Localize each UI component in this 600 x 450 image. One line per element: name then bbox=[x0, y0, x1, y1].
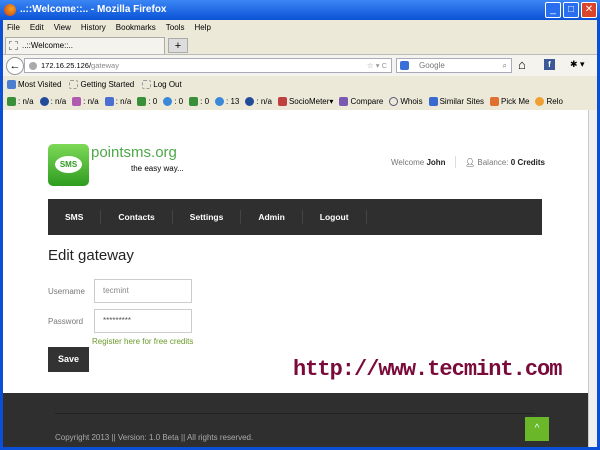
page-title: Edit gateway bbox=[48, 247, 134, 264]
addon-item[interactable]: : n/a bbox=[72, 94, 99, 110]
welcome-text: Welcome John bbox=[391, 158, 446, 167]
minimize-button[interactable]: _ bbox=[545, 2, 561, 18]
menu-bar: File Edit View History Bookmarks Tools H… bbox=[3, 20, 597, 36]
addon-item[interactable]: : n/a bbox=[104, 94, 131, 110]
back-button[interactable]: ← bbox=[6, 57, 24, 75]
addon-item[interactable]: : n/a bbox=[245, 94, 272, 110]
menu-history[interactable]: History bbox=[81, 20, 106, 36]
bookmark-log-out[interactable]: Log Out bbox=[142, 78, 182, 92]
addon-item[interactable]: : 13 bbox=[215, 94, 239, 110]
firefox-icon bbox=[4, 4, 16, 16]
password-input[interactable]: ********* bbox=[94, 309, 192, 333]
footer: Copyright 2013 || Version: 1.0 Beta || A… bbox=[3, 393, 588, 447]
addon-item[interactable]: : n/a bbox=[39, 94, 66, 110]
username: John bbox=[426, 158, 446, 167]
menu-file[interactable]: File bbox=[7, 20, 20, 36]
globe-icon bbox=[29, 62, 37, 70]
menu-help[interactable]: Help bbox=[194, 20, 210, 36]
url-host: 172.16.25.126/ bbox=[41, 61, 92, 70]
browser-tab[interactable]: ..::Welcome::.. bbox=[5, 37, 165, 54]
addon-sociometer[interactable]: SocioMeter▾ bbox=[277, 94, 333, 110]
menu-view[interactable]: View bbox=[54, 20, 71, 36]
bookmark-getting-started[interactable]: Getting Started bbox=[69, 78, 134, 92]
addon-item[interactable]: : 0 bbox=[137, 94, 157, 110]
addon-item[interactable]: : 0 bbox=[163, 94, 183, 110]
menu-tools[interactable]: Tools bbox=[166, 20, 185, 36]
footer-divider bbox=[55, 413, 535, 414]
nav-contacts[interactable]: Contacts bbox=[101, 210, 173, 224]
main-nav: SMS Contacts Settings Admin Logout bbox=[48, 199, 542, 235]
url-path: gateway bbox=[91, 61, 119, 70]
password-label: Password bbox=[48, 317, 84, 326]
tagline: the easy way... bbox=[131, 164, 184, 173]
url-bar[interactable]: 172.16.25.126/gateway ☆ ▾ C bbox=[24, 58, 392, 73]
save-button[interactable]: Save bbox=[48, 347, 89, 372]
copyright: Copyright 2013 || Version: 1.0 Beta || A… bbox=[55, 433, 254, 442]
tab-title: ..::Welcome::.. bbox=[22, 41, 73, 50]
nav-settings[interactable]: Settings bbox=[173, 210, 242, 224]
addon-item[interactable]: : 0 bbox=[189, 94, 209, 110]
bookmarks-toolbar: Most Visited Getting Started Log Out bbox=[3, 78, 597, 92]
scrollbar[interactable] bbox=[588, 110, 597, 447]
addon-toolbar: : n/a : n/a : n/a : n/a : 0 : 0 : 0 : 13… bbox=[3, 94, 597, 110]
register-link[interactable]: Register here for free credits bbox=[92, 337, 193, 346]
addon-whois[interactable]: Whois bbox=[389, 94, 423, 110]
search-placeholder: Google bbox=[419, 61, 445, 70]
divider bbox=[455, 156, 456, 168]
search-icon[interactable]: ⌕ bbox=[503, 59, 507, 72]
nav-admin[interactable]: Admin bbox=[241, 210, 303, 224]
search-input[interactable]: Google ⌕ bbox=[396, 58, 512, 73]
username-label: Username bbox=[48, 287, 85, 296]
user-icon: 👤︎ bbox=[465, 158, 476, 167]
page-content: SMS pointsms.org the easy way... Welcome… bbox=[3, 110, 588, 447]
logo[interactable]: SMS bbox=[48, 144, 89, 186]
nav-logout[interactable]: Logout bbox=[303, 210, 367, 224]
back-to-top-button[interactable]: ^ bbox=[525, 417, 549, 441]
facebook-icon[interactable]: f bbox=[544, 59, 555, 70]
addon-compare[interactable]: Compare bbox=[339, 94, 383, 110]
home-icon[interactable]: ⌂ bbox=[518, 57, 526, 72]
balance: 👤︎ Balance: 0 Credits bbox=[465, 158, 545, 167]
username-input[interactable]: tecmint bbox=[94, 279, 192, 303]
new-tab-button[interactable]: + bbox=[168, 38, 188, 53]
maximize-button[interactable]: □ bbox=[563, 2, 579, 18]
nav-sms[interactable]: SMS bbox=[48, 210, 102, 224]
addon-reload[interactable]: Relo bbox=[535, 94, 563, 110]
extension-icon[interactable]: ✱ ▾ bbox=[570, 59, 585, 70]
google-icon bbox=[400, 61, 409, 70]
page-icon bbox=[9, 41, 18, 50]
brand-name[interactable]: pointsms.org bbox=[91, 144, 177, 161]
close-button[interactable]: ✕ bbox=[581, 2, 597, 18]
sms-logo-icon: SMS bbox=[55, 156, 82, 173]
addon-pick-me[interactable]: Pick Me bbox=[490, 94, 529, 110]
addon-item[interactable]: : n/a bbox=[7, 94, 34, 110]
menu-edit[interactable]: Edit bbox=[30, 20, 44, 36]
addon-similar-sites[interactable]: Similar Sites bbox=[428, 94, 484, 110]
menu-bookmarks[interactable]: Bookmarks bbox=[116, 20, 156, 36]
window-titlebar: ..::Welcome::.. - Mozilla Firefox bbox=[0, 0, 600, 20]
bookmark-most-visited[interactable]: Most Visited bbox=[7, 78, 61, 92]
bookmark-star-reload-icons[interactable]: ☆ ▾ C bbox=[367, 59, 387, 72]
watermark: http://www.tecmint.com bbox=[293, 357, 562, 382]
